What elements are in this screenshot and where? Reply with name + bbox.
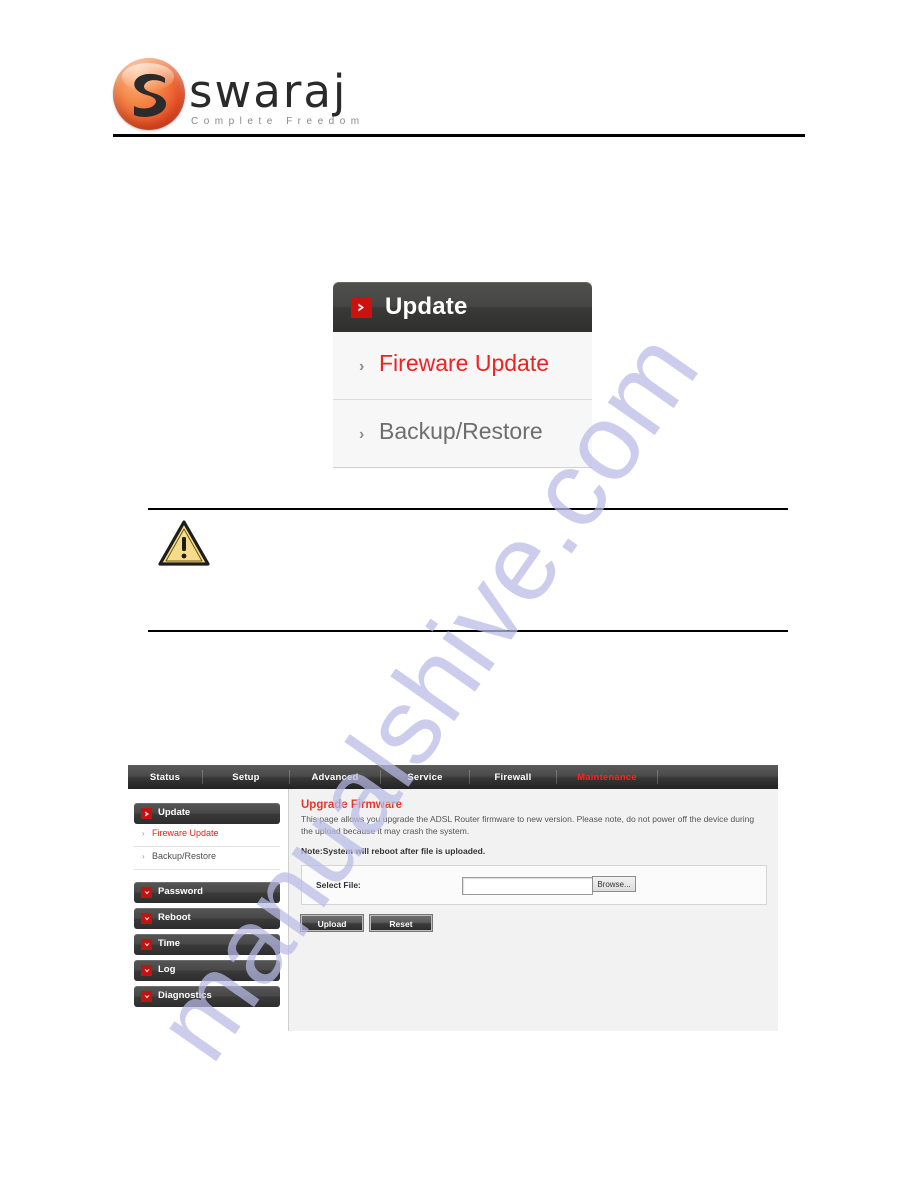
file-path-input[interactable] <box>462 877 593 895</box>
reset-button[interactable]: Reset <box>369 914 433 932</box>
sidebar-item-label: Fireware Update <box>152 828 219 838</box>
red-chevron-down-badge-icon <box>141 939 152 950</box>
sidebar-item-reboot[interactable]: Reboot <box>134 908 280 929</box>
menu-item-fireware-update[interactable]: › Fireware Update <box>333 332 592 400</box>
router-nav-bar: Status Setup Advanced Service Firewall M… <box>128 765 778 789</box>
sidebar-group-label: Update <box>158 807 191 818</box>
chevron-right-icon: › <box>142 829 145 838</box>
router-body: Update › Fireware Update › Backup/Restor… <box>128 789 778 1031</box>
router-main-panel: Upgrade Firmware This page allows you up… <box>288 789 778 1031</box>
logo-tagline: Complete Freedom <box>191 116 365 127</box>
red-arrow-badge-icon <box>141 808 152 819</box>
page-note: Note:System will reboot after file is up… <box>301 846 486 856</box>
select-file-panel: Select File: Browse... <box>301 865 767 905</box>
upload-button[interactable]: Upload <box>300 914 364 932</box>
red-chevron-down-badge-icon <box>141 991 152 1002</box>
page-title: Upgrade Firmware <box>301 799 402 811</box>
nav-separator <box>657 770 658 784</box>
router-ui-screenshot: Status Setup Advanced Service Firewall M… <box>128 765 778 1031</box>
sidebar-item-label: Time <box>158 938 181 949</box>
logo-circle-icon <box>113 58 185 130</box>
red-chevron-down-badge-icon <box>141 887 152 898</box>
browse-button[interactable]: Browse... <box>592 876 636 892</box>
header-divider <box>113 134 805 137</box>
form-button-row: Upload Reset <box>300 914 766 932</box>
tab-maintenance[interactable]: Maintenance <box>557 772 657 783</box>
update-menu-header[interactable]: Update <box>333 282 592 332</box>
tab-setup[interactable]: Setup <box>203 772 289 783</box>
sidebar-item-label: Diagnostics <box>158 990 212 1001</box>
logo-wordmark: swaraj <box>189 65 348 118</box>
page-description: This page allows you upgrade the ADSL Ro… <box>301 814 755 836</box>
update-menu-screenshot: Update › Fireware Update › Backup/Restor… <box>333 282 592 468</box>
sidebar-item-fireware-update[interactable]: › Fireware Update <box>134 824 280 847</box>
red-arrow-badge-icon <box>351 297 372 318</box>
sidebar-item-diagnostics[interactable]: Diagnostics <box>134 986 280 1007</box>
chevron-right-icon: › <box>142 852 145 861</box>
sidebar-item-backup-restore[interactable]: › Backup/Restore <box>134 847 280 870</box>
tab-service[interactable]: Service <box>381 772 469 783</box>
swaraj-s-mark-icon <box>134 73 167 117</box>
red-chevron-down-badge-icon <box>141 913 152 924</box>
tab-status[interactable]: Status <box>128 772 202 783</box>
sidebar-item-label: Log <box>158 964 176 975</box>
chevron-right-icon: › <box>359 426 365 443</box>
sidebar-item-log[interactable]: Log <box>134 960 280 981</box>
warning-note-box <box>148 508 788 632</box>
chevron-right-icon: › <box>359 358 365 375</box>
warning-triangle-icon <box>158 520 210 566</box>
sidebar-item-label: Backup/Restore <box>152 851 217 861</box>
menu-item-backup-restore[interactable]: › Backup/Restore <box>333 400 592 468</box>
sidebar-item-password[interactable]: Password <box>134 882 280 903</box>
sidebar-item-label: Reboot <box>158 912 191 923</box>
red-chevron-down-badge-icon <box>141 965 152 976</box>
tab-advanced[interactable]: Advanced <box>290 772 380 783</box>
sidebar-item-time[interactable]: Time <box>134 934 280 955</box>
router-sidebar: Update › Fireware Update › Backup/Restor… <box>128 789 286 1031</box>
sidebar-item-label: Password <box>158 886 203 897</box>
update-menu-title: Update <box>385 293 468 320</box>
brand-logo: swaraj Complete Freedom <box>113 56 383 134</box>
select-file-label: Select File: <box>316 880 361 890</box>
tab-firewall[interactable]: Firewall <box>470 772 556 783</box>
menu-item-label: Backup/Restore <box>379 418 543 444</box>
sidebar-group-update[interactable]: Update <box>134 803 280 824</box>
menu-item-label: Fireware Update <box>379 350 550 376</box>
